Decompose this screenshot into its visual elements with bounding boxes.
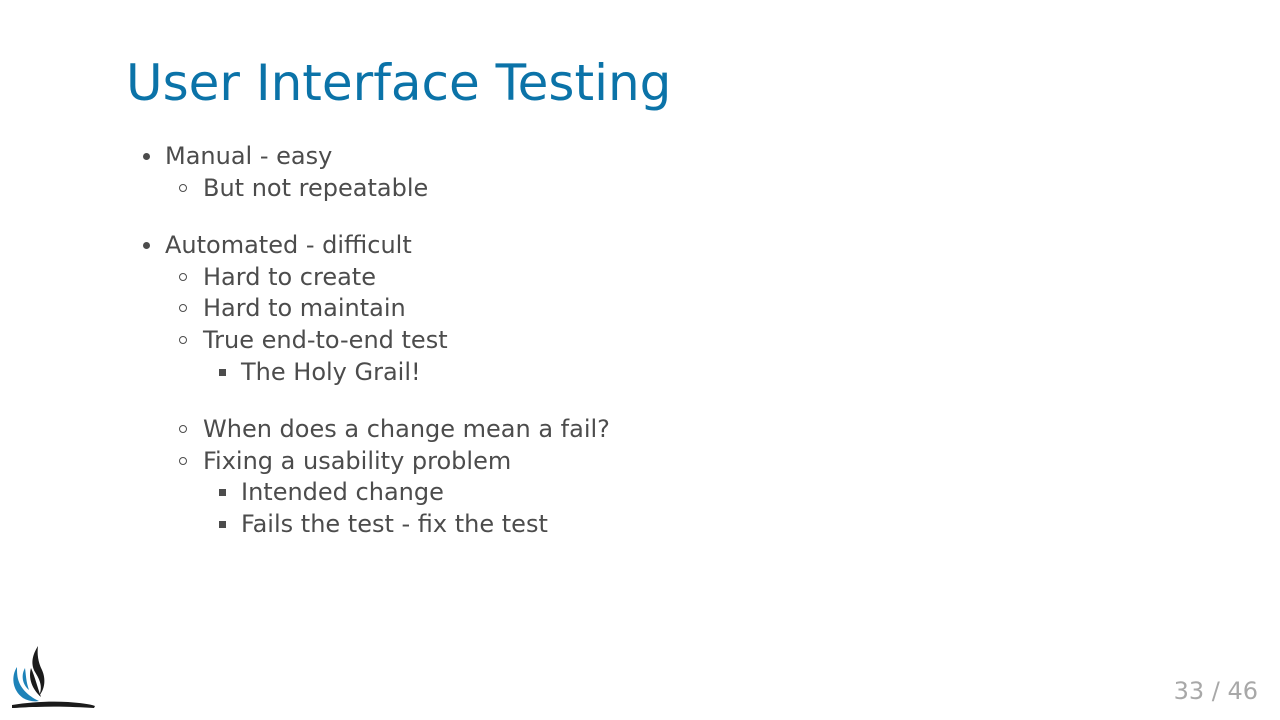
bullet-text: Intended change xyxy=(241,478,444,506)
detail-bullet-intended-change: Intended change xyxy=(219,477,444,507)
sub-bullet-hard-to-create: Hard to create xyxy=(179,262,376,292)
sub-bullet-end-to-end: True end-to-end test xyxy=(179,325,448,355)
circle-bullet-icon xyxy=(179,336,187,344)
heron-wing-blue-inner-shape xyxy=(22,668,29,690)
circle-bullet-icon xyxy=(179,457,187,465)
square-bullet-icon xyxy=(219,369,226,376)
sub-bullet-usability: Fixing a usability problem xyxy=(179,446,512,476)
circle-bullet-icon xyxy=(179,273,187,281)
bullet-automated: Automated - difficult xyxy=(143,230,412,260)
bullet-text: But not repeatable xyxy=(203,174,429,202)
bullet-text: Automated - difficult xyxy=(165,231,412,259)
sub-bullet-change-fail: When does a change mean a fail? xyxy=(179,414,610,444)
bullet-manual: Manual - easy xyxy=(143,141,333,171)
detail-bullet-fix-the-test: Fails the test - fix the test xyxy=(219,509,548,539)
circle-bullet-icon xyxy=(179,304,187,312)
page-number: 33 / 46 xyxy=(1173,677,1258,705)
square-bullet-icon xyxy=(219,489,226,496)
bullet-text: The Holy Grail! xyxy=(241,358,421,386)
sub-bullet-not-repeatable: But not repeatable xyxy=(179,173,429,203)
disc-bullet-icon xyxy=(143,242,150,249)
sub-bullet-hard-to-maintain: Hard to maintain xyxy=(179,293,406,323)
bullet-text: True end-to-end test xyxy=(203,326,448,354)
bullet-text: Hard to create xyxy=(203,263,376,291)
bullet-text: Manual - easy xyxy=(165,142,333,170)
square-bullet-icon xyxy=(219,521,226,528)
bullet-text: When does a change mean a fail? xyxy=(203,415,610,443)
disc-bullet-icon xyxy=(143,153,150,160)
heron-base-shape xyxy=(12,701,95,708)
circle-bullet-icon xyxy=(179,184,187,192)
circle-bullet-icon xyxy=(179,425,187,433)
detail-bullet-holy-grail: The Holy Grail! xyxy=(219,357,421,387)
bullet-text: Hard to maintain xyxy=(203,294,406,322)
heron-logo-icon xyxy=(12,646,95,708)
bullet-text: Fails the test - fix the test xyxy=(241,510,548,538)
bullet-text: Fixing a usability problem xyxy=(203,447,512,475)
bullet-list: Manual - easy But not repeatable Automat… xyxy=(0,0,1280,720)
